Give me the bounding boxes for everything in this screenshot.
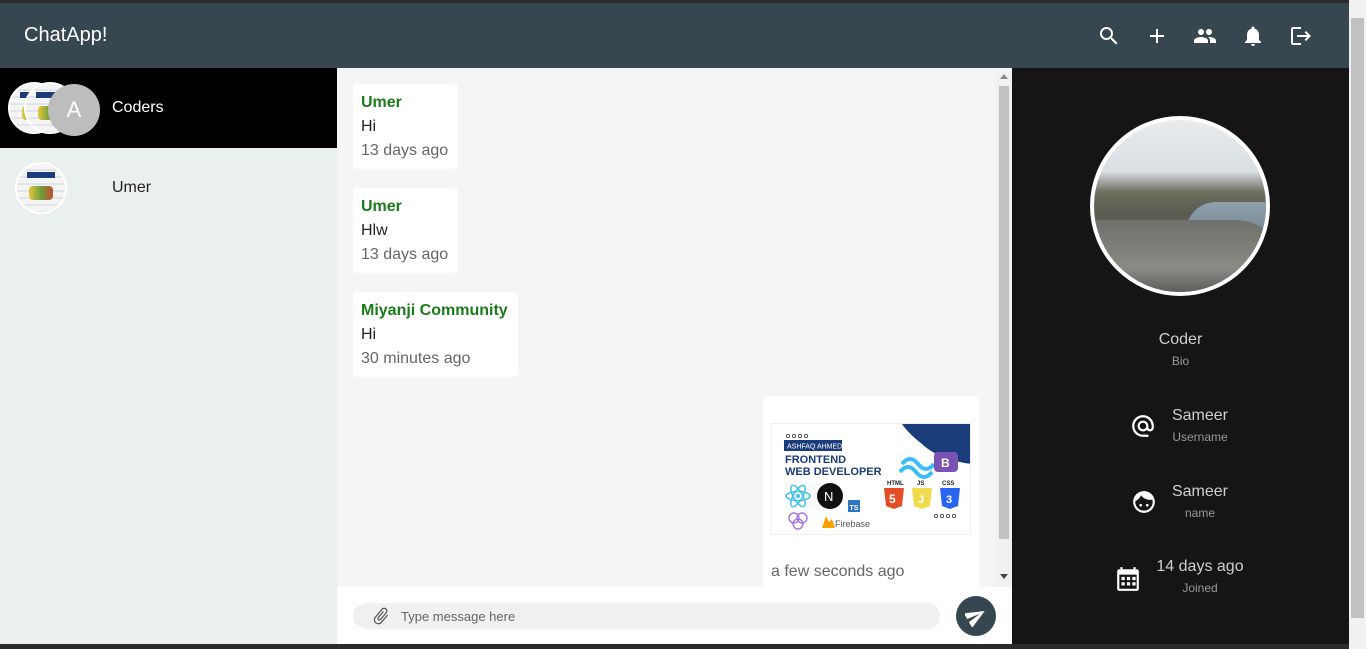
poster-firebase: Firebase — [835, 519, 870, 529]
avatar-letter: A — [48, 84, 100, 136]
page-scrollbar[interactable] — [1349, 0, 1366, 649]
chat-list-item-umer[interactable]: Umer — [0, 148, 337, 228]
scroll-down-arrow-icon[interactable] — [1000, 574, 1008, 579]
send-icon — [965, 610, 985, 627]
calendar-icon — [1117, 567, 1139, 591]
add-icon[interactable] — [1144, 23, 1170, 49]
message-time: 13 days ago — [361, 246, 449, 263]
top-bar: ChatApp! — [0, 0, 1349, 68]
message-time: 30 minutes ago — [361, 350, 471, 367]
poster-line1: FRONTEND — [785, 454, 846, 466]
poster-n: N — [824, 489, 833, 504]
chat-name: Umer — [112, 179, 152, 196]
logout-icon[interactable] — [1288, 23, 1314, 49]
joined-row: 14 days ago Joined — [1012, 558, 1349, 608]
message-sender: Miyanji Community — [361, 302, 508, 319]
bio-label: Bio — [1171, 354, 1190, 368]
name-label: name — [1184, 506, 1216, 520]
username-row: Sameer Username — [1012, 406, 1349, 456]
message-bubble: Umer Hi 13 days ago — [353, 84, 458, 169]
name-value: Sameer — [1171, 483, 1229, 500]
messages-scrollbar[interactable] — [996, 72, 1012, 587]
poster-ts: TS — [850, 505, 859, 512]
message-time: a few seconds ago — [771, 563, 905, 580]
message-input[interactable] — [401, 606, 921, 626]
message-time: 13 days ago — [361, 142, 449, 159]
scroll-up-arrow-icon[interactable] — [1000, 74, 1008, 79]
message-sender: Umer — [361, 198, 402, 215]
username-label: Username — [1172, 430, 1228, 444]
frontend-poster-image: ASHFAQ AHMED FRONTEND WEB DEVELOPER B N … — [772, 424, 970, 534]
image-attachment[interactable]: ASHFAQ AHMED FRONTEND WEB DEVELOPER B N … — [771, 423, 971, 535]
avatar — [15, 162, 67, 214]
poster-line2: WEB DEVELOPER — [785, 466, 882, 478]
svg-text:5: 5 — [889, 492, 896, 506]
chat-name: Coders — [112, 99, 164, 116]
profile-picture[interactable] — [1090, 116, 1270, 296]
poster-css: CSS — [942, 481, 954, 487]
joined-label: Joined — [1182, 581, 1218, 595]
chat-list-sidebar: A Coders Umer — [0, 68, 337, 649]
bio-value: Coder — [1158, 331, 1203, 348]
profile-panel: Coder Bio Sameer Username Sameer name 14… — [1012, 68, 1349, 649]
svg-text:J: J — [918, 494, 924, 506]
page-scrollbar-thumb[interactable] — [1351, 18, 1364, 618]
poster-tag: ASHFAQ AHMED — [787, 444, 842, 451]
send-button[interactable] — [956, 596, 996, 636]
chat-panel: Umer Hi 13 days ago Umer Hlw 13 days ago… — [337, 68, 1012, 649]
poster-b: B — [941, 456, 950, 470]
name-row: Sameer name — [1012, 482, 1349, 532]
message-composer — [337, 587, 1012, 649]
message-bubble: Umer Hlw 13 days ago — [353, 188, 458, 273]
search-icon[interactable] — [1096, 23, 1122, 49]
group-icon[interactable] — [1192, 23, 1218, 49]
message-text: Hlw — [361, 222, 388, 239]
bottom-edge — [0, 644, 1349, 649]
poster-js: JS — [917, 481, 924, 487]
poster-html: HTML — [887, 481, 904, 487]
attach-file-icon[interactable] — [371, 606, 391, 626]
app-root: ChatApp! A Coders Umer Umer Hi 13 days a… — [0, 0, 1349, 649]
image-message-bubble: ASHFAQ AHMED FRONTEND WEB DEVELOPER B N … — [763, 396, 979, 587]
app-title: ChatApp! — [24, 24, 108, 46]
username-value: Sameer — [1171, 407, 1229, 424]
message-text: Hi — [361, 326, 377, 343]
notifications-icon[interactable] — [1240, 23, 1266, 49]
message-input-wrapper — [353, 603, 940, 629]
joined-value: 14 days ago — [1156, 558, 1244, 575]
message-bubble: Miyanji Community Hi 30 minutes ago — [353, 292, 518, 377]
scrollbar-thumb[interactable] — [999, 86, 1009, 539]
message-list[interactable]: Umer Hi 13 days ago Umer Hlw 13 days ago… — [337, 68, 1012, 587]
message-text: Hi — [361, 118, 377, 135]
svg-text:3: 3 — [946, 494, 952, 506]
message-sender: Umer — [361, 94, 402, 111]
chat-list-item-coders[interactable]: A Coders — [0, 68, 337, 148]
